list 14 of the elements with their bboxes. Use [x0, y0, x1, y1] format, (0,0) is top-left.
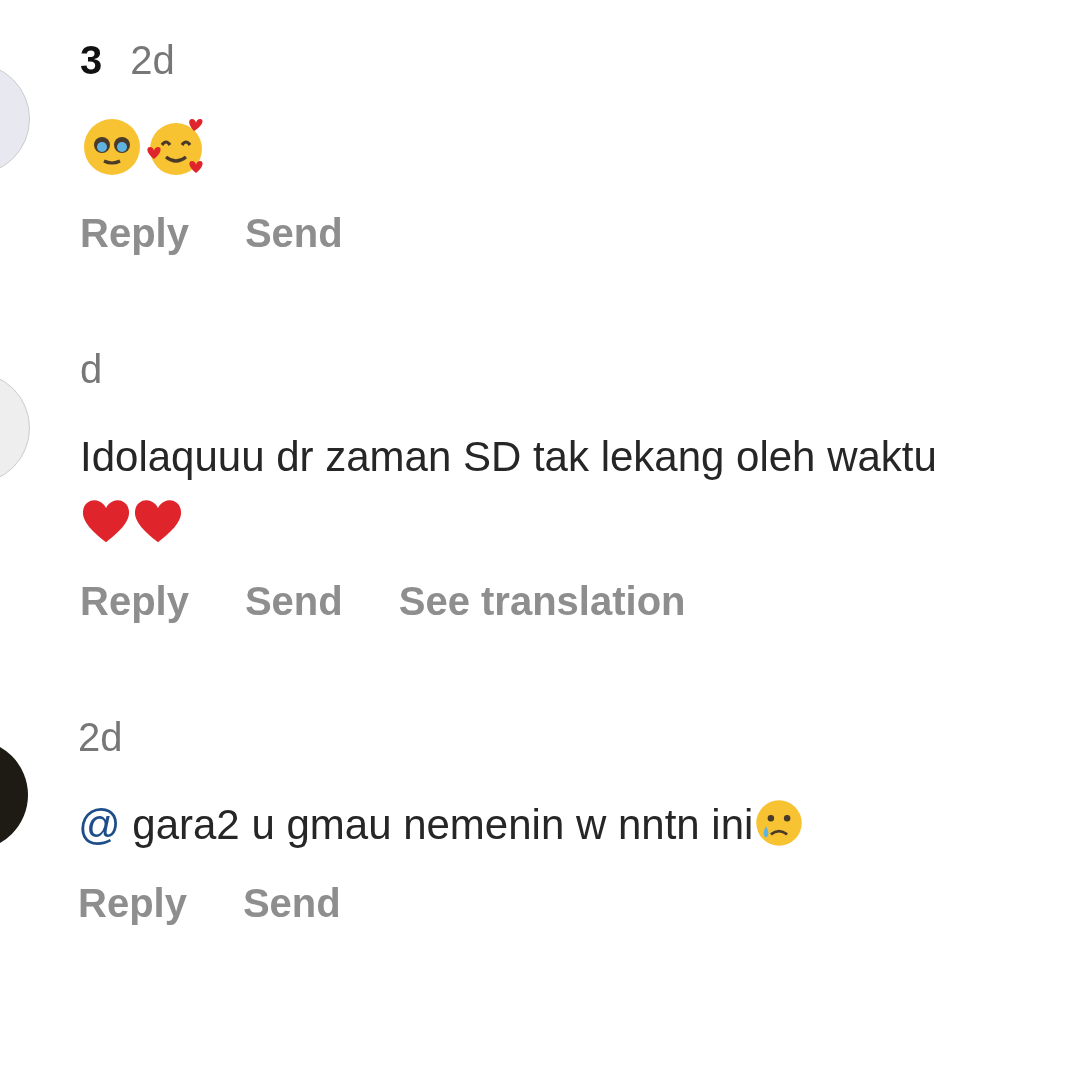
action-link[interactable]: Reply: [80, 200, 189, 266]
action-link[interactable]: Reply: [80, 568, 189, 634]
timestamp: 2d: [130, 37, 175, 84]
mention-link[interactable]: @: [78, 801, 121, 848]
action-link[interactable]: Reply: [78, 870, 187, 936]
action-link[interactable]: Send: [242, 870, 341, 936]
action-link[interactable]: Send: [244, 568, 343, 634]
comment-text: gara2 u gmau nemenin w nntn ini: [131, 801, 754, 848]
action-link[interactable]: See translation: [398, 568, 686, 634]
timestamp: 2d: [78, 714, 123, 761]
comment-text: Idolaquuu dr zaman SD tak lekang oleh waktu: [80, 433, 937, 480]
username[interactable]: 3: [80, 27, 103, 93]
timestamp: d: [80, 346, 103, 393]
action-link[interactable]: Send: [244, 200, 343, 266]
